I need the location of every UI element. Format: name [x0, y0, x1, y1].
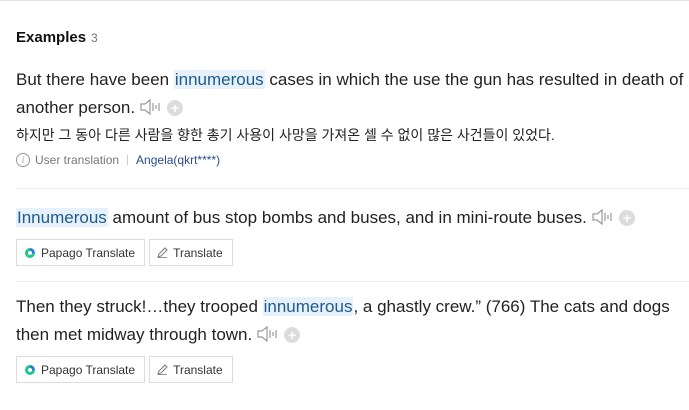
add-icon[interactable]: + — [167, 100, 184, 116]
author-link[interactable]: Angela(qkrt****) — [136, 153, 220, 167]
example-item-1: But there have been innumerous cases in … — [16, 66, 684, 167]
example-sentence: But there have been innumerous cases in … — [16, 66, 684, 122]
translate-label: Translate — [173, 245, 223, 260]
examples-header: Examples 3 — [16, 29, 98, 46]
sentence-text: Then they struck!…they trooped — [16, 297, 263, 316]
add-icon[interactable]: + — [618, 210, 635, 226]
papago-translate-label: Papago Translate — [41, 245, 136, 260]
highlighted-word: Innumerous — [16, 208, 108, 227]
translate-button[interactable]: Translate — [149, 239, 233, 266]
source-label: User translation — [35, 153, 120, 167]
pencil-icon — [157, 247, 168, 258]
papago-icon — [25, 247, 35, 258]
example-divider — [16, 188, 689, 189]
translate-button[interactable]: Translate — [149, 356, 233, 383]
speaker-icon[interactable] — [256, 324, 278, 343]
add-icon[interactable]: + — [284, 327, 301, 343]
examples-title: Examples — [16, 29, 87, 46]
papago-translate-button[interactable]: Papago Translate — [16, 356, 146, 383]
example-sentence: Then they struck!…they trooped innumerou… — [16, 293, 684, 349]
papago-translate-button[interactable]: Papago Translate — [16, 239, 146, 266]
translate-label: Translate — [173, 362, 223, 377]
info-icon: i — [16, 153, 30, 167]
highlighted-word: innumerous — [262, 297, 354, 316]
top-border — [0, 0, 689, 1]
translate-buttons: Papago Translate Translate — [16, 239, 684, 266]
papago-translate-label: Papago Translate — [41, 362, 136, 377]
translation-meta: i User translation Angela(qkrt****) — [16, 153, 684, 167]
pencil-icon — [157, 364, 168, 375]
example-divider — [16, 281, 689, 282]
example-sentence: Innumerous amount of bus stop bombs and … — [16, 204, 684, 232]
speaker-icon[interactable] — [139, 97, 161, 116]
example-item-2: Innumerous amount of bus stop bombs and … — [16, 204, 684, 266]
example-item-3: Then they struck!…they trooped innumerou… — [16, 293, 684, 383]
meta-separator — [127, 155, 129, 165]
sentence-text: amount of bus stop bombs and buses, and … — [107, 208, 587, 227]
speaker-icon[interactable] — [591, 207, 613, 226]
papago-icon — [25, 364, 35, 375]
example-translation: 하지만 그 동아 다른 사람을 향한 총기 사용이 사망을 가져온 셀 수 없이… — [16, 127, 555, 143]
highlighted-word: innumerous — [173, 70, 265, 89]
translate-buttons: Papago Translate Translate — [16, 356, 684, 383]
examples-count: 3 — [91, 31, 98, 45]
sentence-text: But there have been — [16, 70, 174, 89]
